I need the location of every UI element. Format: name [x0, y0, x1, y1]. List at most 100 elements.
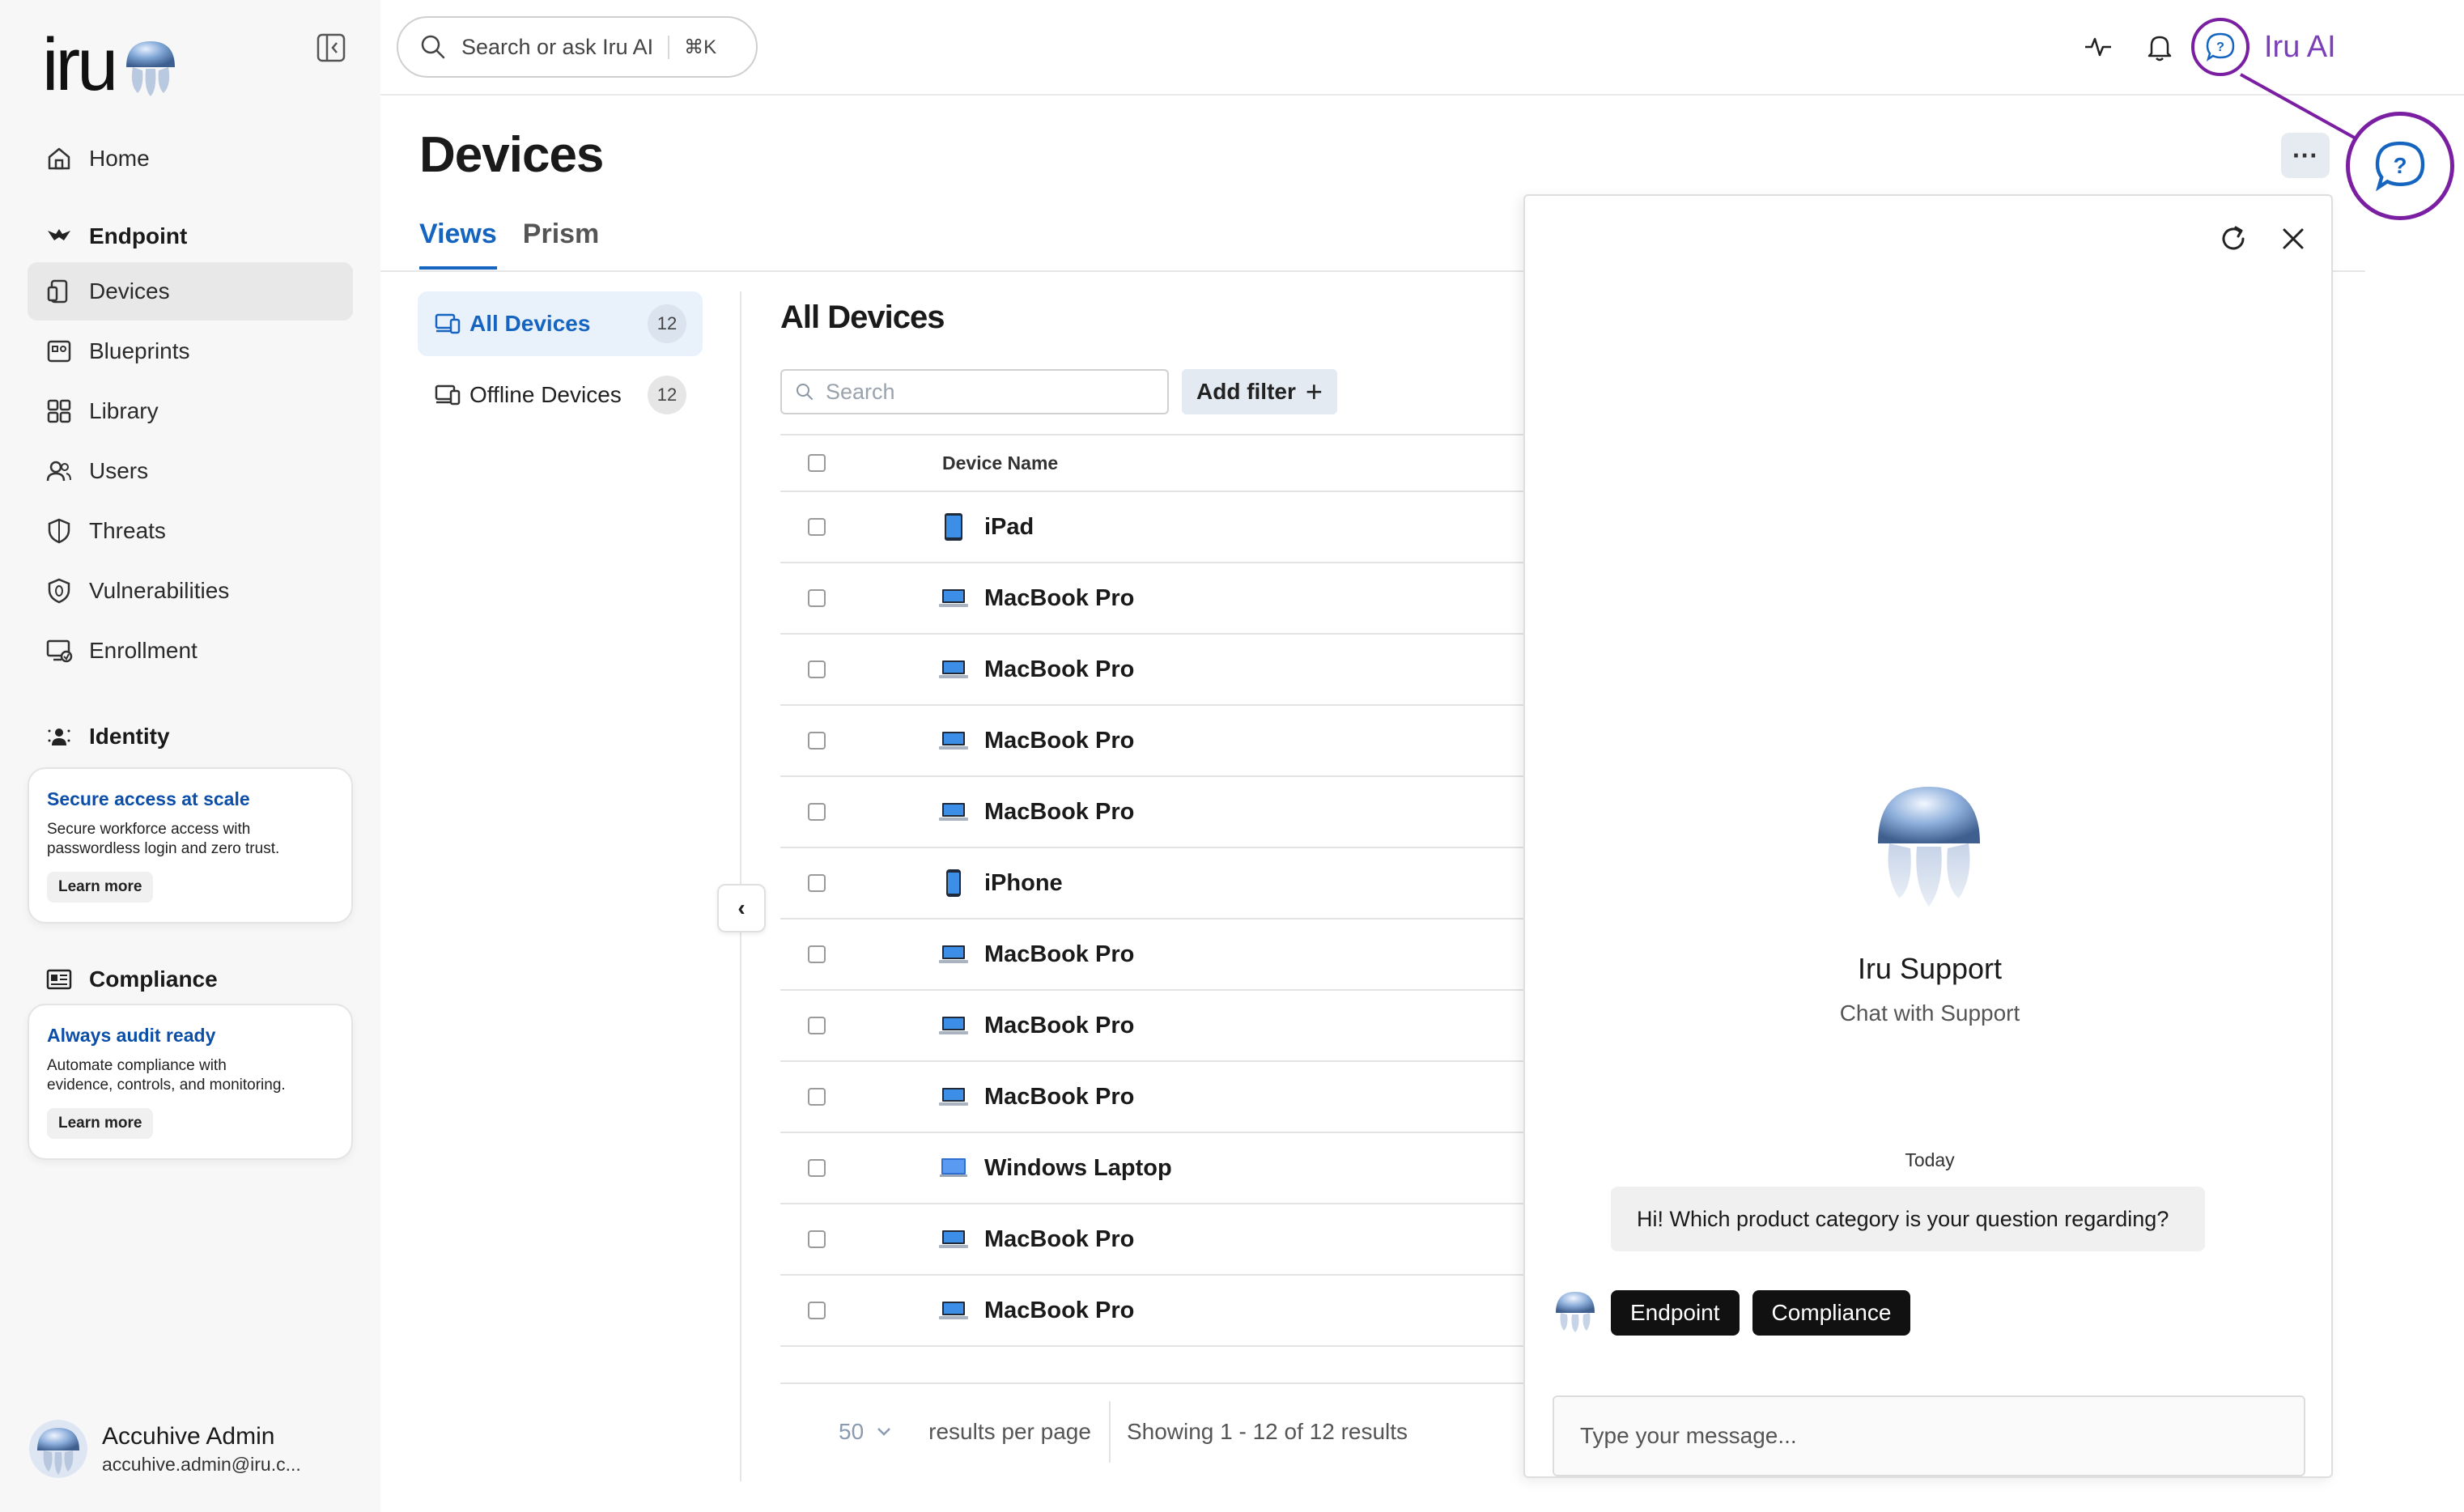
- section-identity[interactable]: Identity: [28, 712, 353, 761]
- message-input[interactable]: [1553, 1395, 2305, 1476]
- table-header: Device Name: [780, 434, 1525, 492]
- learn-more-button[interactable]: Learn more: [47, 872, 154, 903]
- device-name-link[interactable]: iPad: [984, 514, 1034, 541]
- table-row[interactable]: iPad: [780, 492, 1525, 563]
- row-checkbox[interactable]: [808, 945, 826, 963]
- chip-compliance[interactable]: Compliance: [1752, 1290, 1911, 1336]
- device-name-link[interactable]: MacBook Pro: [984, 656, 1134, 683]
- device-name-link[interactable]: MacBook Pro: [984, 1013, 1134, 1039]
- table-row[interactable]: MacBook Pro: [780, 1062, 1525, 1133]
- laptop-device-icon: [939, 797, 968, 826]
- view-all-devices[interactable]: All Devices 12: [418, 291, 703, 356]
- table-row[interactable]: MacBook Pro: [780, 563, 1525, 635]
- table-row[interactable]: iPhone: [780, 848, 1525, 920]
- library-grid-icon: [47, 399, 71, 423]
- sidebar-item-users[interactable]: Users: [28, 442, 353, 500]
- jellyfish-mascot-icon: [126, 41, 176, 96]
- sidebar-item-library[interactable]: Library: [28, 382, 353, 440]
- learn-more-button[interactable]: Learn more: [47, 1108, 154, 1139]
- laptop-device-icon: [939, 1082, 968, 1111]
- search-shortcut: ⌘K: [668, 35, 716, 59]
- row-checkbox[interactable]: [808, 1159, 826, 1177]
- activity-pulse-icon[interactable]: [2082, 31, 2114, 63]
- device-name-link[interactable]: MacBook Pro: [984, 1084, 1134, 1111]
- table-row[interactable]: MacBook Pro: [780, 1276, 1525, 1347]
- sidebar-item-blueprints[interactable]: Blueprints: [28, 322, 353, 380]
- iru-ai-button[interactable]: ? Iru AI: [2191, 18, 2336, 76]
- tab-prism[interactable]: Prism: [523, 219, 600, 270]
- search-icon: [421, 35, 445, 59]
- device-name-link[interactable]: MacBook Pro: [984, 1298, 1134, 1324]
- laptop-device-icon: [939, 1296, 968, 1325]
- table-row[interactable]: MacBook Pro: [780, 920, 1525, 991]
- table-row[interactable]: MacBook Pro: [780, 1204, 1525, 1276]
- row-checkbox[interactable]: [808, 660, 826, 678]
- device-name-link[interactable]: Windows Laptop: [984, 1155, 1172, 1182]
- table-row[interactable]: Windows Laptop: [780, 1133, 1525, 1204]
- search-icon: [797, 384, 813, 400]
- table-search[interactable]: [780, 369, 1169, 414]
- sidebar: iru Home Endpoint Devices Blueprints Lib…: [0, 0, 380, 1512]
- device-name-link[interactable]: MacBook Pro: [984, 728, 1134, 754]
- logo[interactable]: iru: [42, 28, 180, 102]
- sidebar-item-home[interactable]: Home: [28, 130, 353, 188]
- view-label: All Devices: [469, 311, 591, 336]
- sidebar-item-label: Blueprints: [89, 338, 190, 363]
- device-name-link[interactable]: iPhone: [984, 870, 1063, 897]
- view-offline-devices[interactable]: Offline Devices 12: [418, 363, 703, 427]
- row-checkbox[interactable]: [808, 803, 826, 821]
- tab-views[interactable]: Views: [419, 219, 497, 270]
- sidebar-item-devices[interactable]: Devices: [28, 262, 353, 321]
- row-checkbox[interactable]: [808, 1017, 826, 1034]
- table-search-input[interactable]: [826, 379, 1149, 405]
- support-subtitle: Chat with Support: [1839, 1000, 2020, 1026]
- row-checkbox[interactable]: [808, 1302, 826, 1319]
- refresh-icon[interactable]: [2216, 222, 2250, 256]
- page-size-select[interactable]: 50: [839, 1419, 864, 1445]
- chat-date-divider: Today: [1905, 1149, 1955, 1170]
- shield-bug-icon: [48, 578, 70, 604]
- row-checkbox[interactable]: [808, 518, 826, 536]
- avatar: [29, 1420, 87, 1478]
- section-compliance[interactable]: Compliance: [28, 955, 353, 1004]
- section-endpoint[interactable]: Endpoint: [28, 212, 353, 261]
- select-all-checkbox[interactable]: [808, 454, 826, 472]
- row-checkbox[interactable]: [808, 874, 826, 892]
- chevron-down-icon[interactable]: [875, 1426, 893, 1438]
- user-profile[interactable]: Accuhive Admin accuhive.admin@iru.c...: [29, 1420, 301, 1478]
- row-checkbox[interactable]: [808, 1230, 826, 1248]
- table-title: All Devices: [780, 299, 945, 335]
- row-checkbox[interactable]: [808, 732, 826, 750]
- device-name-link[interactable]: MacBook Pro: [984, 585, 1134, 612]
- chat-help-icon: ?: [2206, 32, 2235, 62]
- collapse-views-button[interactable]: ‹: [717, 884, 766, 932]
- sidebar-item-threats[interactable]: Threats: [28, 502, 353, 560]
- row-checkbox[interactable]: [808, 589, 826, 607]
- plus-icon: +: [1305, 375, 1323, 408]
- sidebar-item-enrollment[interactable]: Enrollment: [28, 622, 353, 680]
- table-row[interactable]: MacBook Pro: [780, 991, 1525, 1062]
- more-options-button[interactable]: ···: [2281, 133, 2330, 178]
- row-checkbox[interactable]: [808, 1088, 826, 1106]
- table-row[interactable]: MacBook Pro: [780, 706, 1525, 777]
- device-name-link[interactable]: MacBook Pro: [984, 1226, 1134, 1253]
- laptop-device-icon: [939, 584, 968, 613]
- add-filter-label: Add filter: [1196, 379, 1296, 404]
- device-name-link[interactable]: MacBook Pro: [984, 799, 1134, 826]
- table-row[interactable]: MacBook Pro: [780, 777, 1525, 848]
- support-chat-panel: Iru Support Chat with Support Today Hi! …: [1523, 194, 2333, 1478]
- message-input-field[interactable]: [1580, 1423, 2276, 1449]
- iru-ai-callout: ?: [2346, 112, 2454, 220]
- collapse-sidebar-icon[interactable]: [316, 32, 346, 63]
- chip-endpoint[interactable]: Endpoint: [1611, 1290, 1740, 1336]
- add-filter-button[interactable]: Add filter +: [1182, 369, 1337, 414]
- bell-icon[interactable]: [2143, 31, 2176, 63]
- shield-icon: [48, 518, 70, 544]
- global-search[interactable]: Search or ask Iru AI ⌘K: [397, 16, 758, 78]
- sidebar-item-vulnerabilities[interactable]: Vulnerabilities: [28, 562, 353, 620]
- column-header-device-name[interactable]: Device Name: [942, 452, 1058, 474]
- device-name-link[interactable]: MacBook Pro: [984, 941, 1134, 968]
- table-row[interactable]: MacBook Pro: [780, 635, 1525, 706]
- close-icon[interactable]: [2276, 222, 2310, 256]
- compliance-icon: [46, 969, 72, 990]
